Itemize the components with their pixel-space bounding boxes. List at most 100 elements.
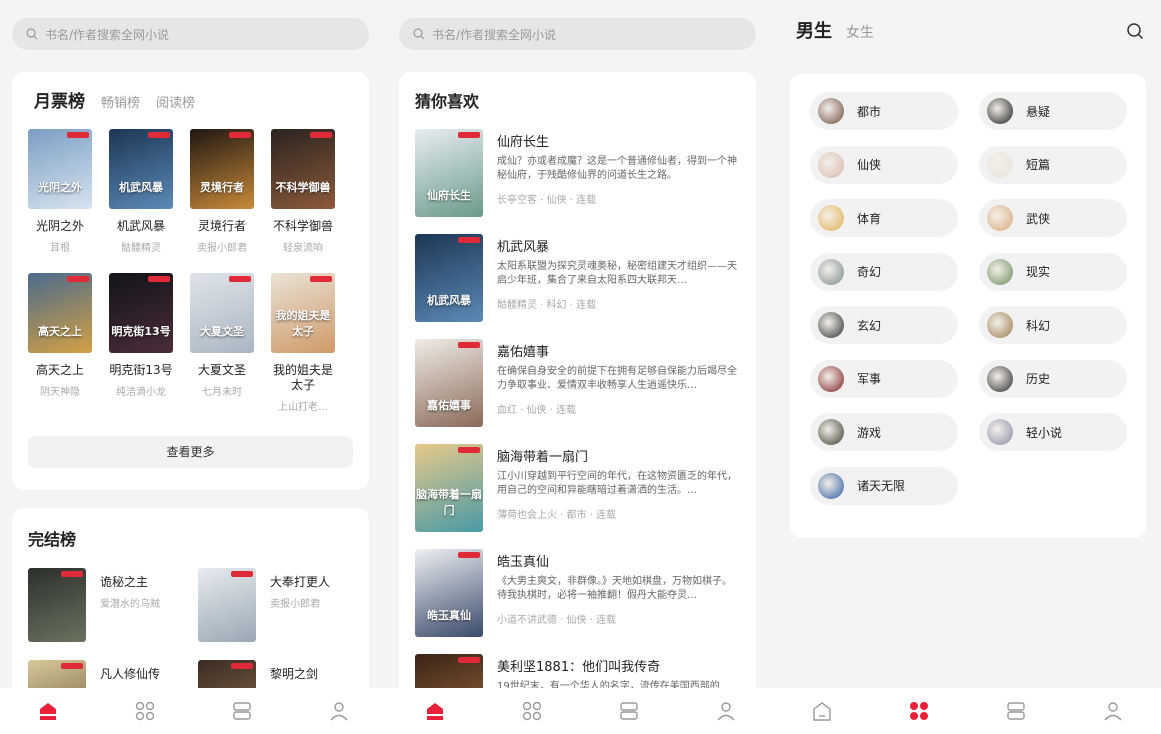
cover-title: 脑海带着一扇门: [416, 488, 482, 517]
publisher-badge: [67, 132, 89, 138]
shelf-icon[interactable]: [1005, 700, 1027, 722]
ranking-card: 月票榜 畅销榜 阅读榜 光阴之外 光阴之外 耳根 机武风暴 机武风暴 骷髅精灵 灵境行者 灵境…: [12, 72, 369, 490]
tab-reading[interactable]: 阅读榜: [156, 92, 195, 111]
recommended-book[interactable]: 仙府长生 仙府长生 成仙？亦或者成魔？这是一个普通修仙者，得到一个神秘仙府，于残酷修…: [415, 129, 745, 217]
profile-icon[interactable]: [1102, 700, 1124, 722]
category-chip[interactable]: 玄幻: [810, 306, 958, 344]
book-cover[interactable]: 机武风暴: [415, 234, 483, 322]
category-chip[interactable]: 游戏: [810, 413, 958, 451]
recommended-book[interactable]: 皓玉真仙 皓玉真仙 《大男主爽文，非群像。》天地如棋盘，万物如棋子。待我执棋时，必将…: [415, 549, 745, 637]
home-icon[interactable]: [37, 700, 59, 722]
search-icon[interactable]: [1126, 22, 1144, 40]
book-title: 诡秘之主: [100, 575, 149, 589]
category-icon[interactable]: [134, 700, 156, 722]
book-cover[interactable]: [198, 568, 256, 642]
finished-book[interactable]: 诡秘之主爱潜水的乌贼: [28, 568, 188, 642]
tab-monthly[interactable]: 月票榜: [34, 87, 85, 112]
recommended-book[interactable]: 脑海带着一扇门 脑海带着一扇门 江小川穿越到平行空间的年代，在这物资匮乏的年代，用自…: [415, 444, 745, 532]
book-description: 江小川穿越到平行空间的年代，在这物资匮乏的年代，用自己的空间和异能瞎暗过着潇洒的…: [497, 471, 737, 496]
category-chip[interactable]: 军事: [810, 359, 958, 398]
publisher-badge: [67, 276, 89, 282]
book-cover[interactable]: [28, 568, 86, 642]
category-thumbnail: [987, 419, 1013, 445]
category-chip[interactable]: 都市: [810, 92, 958, 130]
book-cover[interactable]: 大夏文圣: [190, 273, 254, 353]
guess-card: 猜你喜欢 仙府长生 仙府长生 成仙？亦或者成魔？这是一个普通修仙者，得到一个神秘仙府…: [399, 72, 756, 734]
book-cover[interactable]: 灵境行者: [190, 129, 254, 209]
view-more-button[interactable]: 查看更多: [28, 436, 353, 468]
category-label: 科幻: [1026, 318, 1051, 333]
recommended-book[interactable]: 机武风暴 机武风暴 太阳系联盟为探究灵魂奥秘，秘密组建天才组织——天启少年班，集合了…: [415, 234, 745, 322]
cover-title: 皓玉真仙: [427, 609, 471, 622]
profile-icon[interactable]: [328, 700, 350, 722]
category-chip[interactable]: 历史: [979, 359, 1127, 398]
category-chip[interactable]: 仙侠: [810, 145, 958, 184]
category-chip[interactable]: 武侠: [979, 199, 1127, 237]
book-cover[interactable]: 我的姐夫是太子: [271, 273, 335, 353]
book-title: 脑海带着一扇门: [497, 450, 589, 465]
category-chip[interactable]: 诸天无限: [810, 466, 958, 505]
book-cover[interactable]: 嘉佑嬉事: [415, 339, 483, 427]
ranking-book[interactable]: 高天之上 高天之上 阴天神隐: [28, 273, 92, 398]
category-thumbnail: [987, 151, 1013, 178]
category-thumbnail: [818, 98, 844, 124]
category-chip[interactable]: 短篇: [979, 145, 1127, 184]
category-icon[interactable]: [521, 700, 543, 722]
category-label: 体育: [857, 211, 882, 226]
home-icon[interactable]: [424, 700, 446, 722]
tab-female[interactable]: 女生: [846, 22, 874, 42]
shelf-icon[interactable]: [231, 700, 253, 722]
book-author: 爱潜水的乌贼: [100, 599, 160, 610]
category-chip[interactable]: 轻小说: [979, 413, 1127, 451]
search-placeholder: 书名/作者搜索全网小说: [45, 27, 170, 42]
book-cover[interactable]: 机武风暴: [109, 129, 173, 209]
ranking-book[interactable]: 光阴之外 光阴之外 耳根: [28, 129, 92, 254]
ranking-book[interactable]: 灵境行者 灵境行者 卖报小郎君: [190, 129, 254, 254]
book-cover[interactable]: 高天之上: [28, 273, 92, 353]
publisher-badge: [310, 276, 332, 282]
cover-title: 大夏文圣: [200, 325, 244, 338]
tab-bestseller[interactable]: 畅销榜: [101, 92, 140, 111]
book-cover[interactable]: 光阴之外: [28, 129, 92, 209]
tab-male[interactable]: 男生: [796, 17, 832, 43]
category-label: 现实: [1026, 265, 1051, 279]
book-meta: 小道不讲武德 · 仙侠 · 连载: [497, 615, 617, 626]
book-cover[interactable]: 不科学御兽: [271, 129, 335, 209]
ranking-book[interactable]: 明克街13号 明克街13号 纯洁滴小龙: [109, 273, 173, 398]
recommended-book[interactable]: 嘉佑嬉事 嘉佑嬉事 在确保自身安全的前提下在拥有足够自保能力后竭尽全力争取事业、爱情…: [415, 339, 745, 427]
ranking-book[interactable]: 我的姐夫是太子 我的姐夫是太子 上山打老…: [271, 273, 335, 413]
category-thumbnail: [987, 258, 1013, 285]
profile-icon[interactable]: [715, 700, 737, 722]
category-chip[interactable]: 科幻: [979, 306, 1127, 344]
cover-title: 高天之上: [38, 325, 82, 338]
book-cover[interactable]: 皓玉真仙: [415, 549, 483, 637]
publisher-badge: [458, 552, 480, 558]
cover-title: 机武风暴: [427, 294, 471, 307]
book-cover[interactable]: 仙府长生: [415, 129, 483, 217]
ranking-book[interactable]: 不科学御兽 不科学御兽 轻泉流响: [271, 129, 335, 254]
book-author: 阴天神隐: [40, 387, 80, 398]
finished-book[interactable]: 大奉打更人 卖报小郎君: [198, 568, 358, 642]
book-cover[interactable]: 明克街13号: [109, 273, 173, 353]
book-cover[interactable]: 脑海带着一扇门: [415, 444, 483, 532]
shelf-icon[interactable]: [618, 700, 640, 722]
book-author: 纯洁滴小龙: [116, 387, 166, 398]
book-title: 我的姐夫是太子: [272, 363, 333, 392]
book-title: 凡人修仙传: [100, 667, 161, 681]
book-title: 仙府长生: [497, 135, 550, 150]
category-chip[interactable]: 现实: [979, 252, 1127, 291]
category-chip[interactable]: 悬疑: [979, 92, 1127, 130]
ranking-book[interactable]: 机武风暴 机武风暴 骷髅精灵: [109, 129, 173, 254]
cover-title: 仙府长生: [427, 189, 471, 202]
search-bar[interactable]: 书名/作者搜索全网小说: [12, 18, 369, 50]
category-chip[interactable]: 体育: [810, 199, 958, 237]
cover-title: 不科学御兽: [275, 181, 331, 194]
category-chip[interactable]: 奇幻: [810, 252, 958, 291]
category-thumbnail: [818, 205, 844, 231]
category-icon[interactable]: [908, 700, 930, 722]
ranking-book[interactable]: 大夏文圣 大夏文圣 七月未时: [190, 273, 254, 398]
home-icon[interactable]: [811, 700, 833, 722]
category-label: 游戏: [857, 425, 882, 440]
cover-title: 机武风暴: [119, 181, 163, 194]
search-bar[interactable]: 书名/作者搜索全网小说: [399, 18, 756, 50]
